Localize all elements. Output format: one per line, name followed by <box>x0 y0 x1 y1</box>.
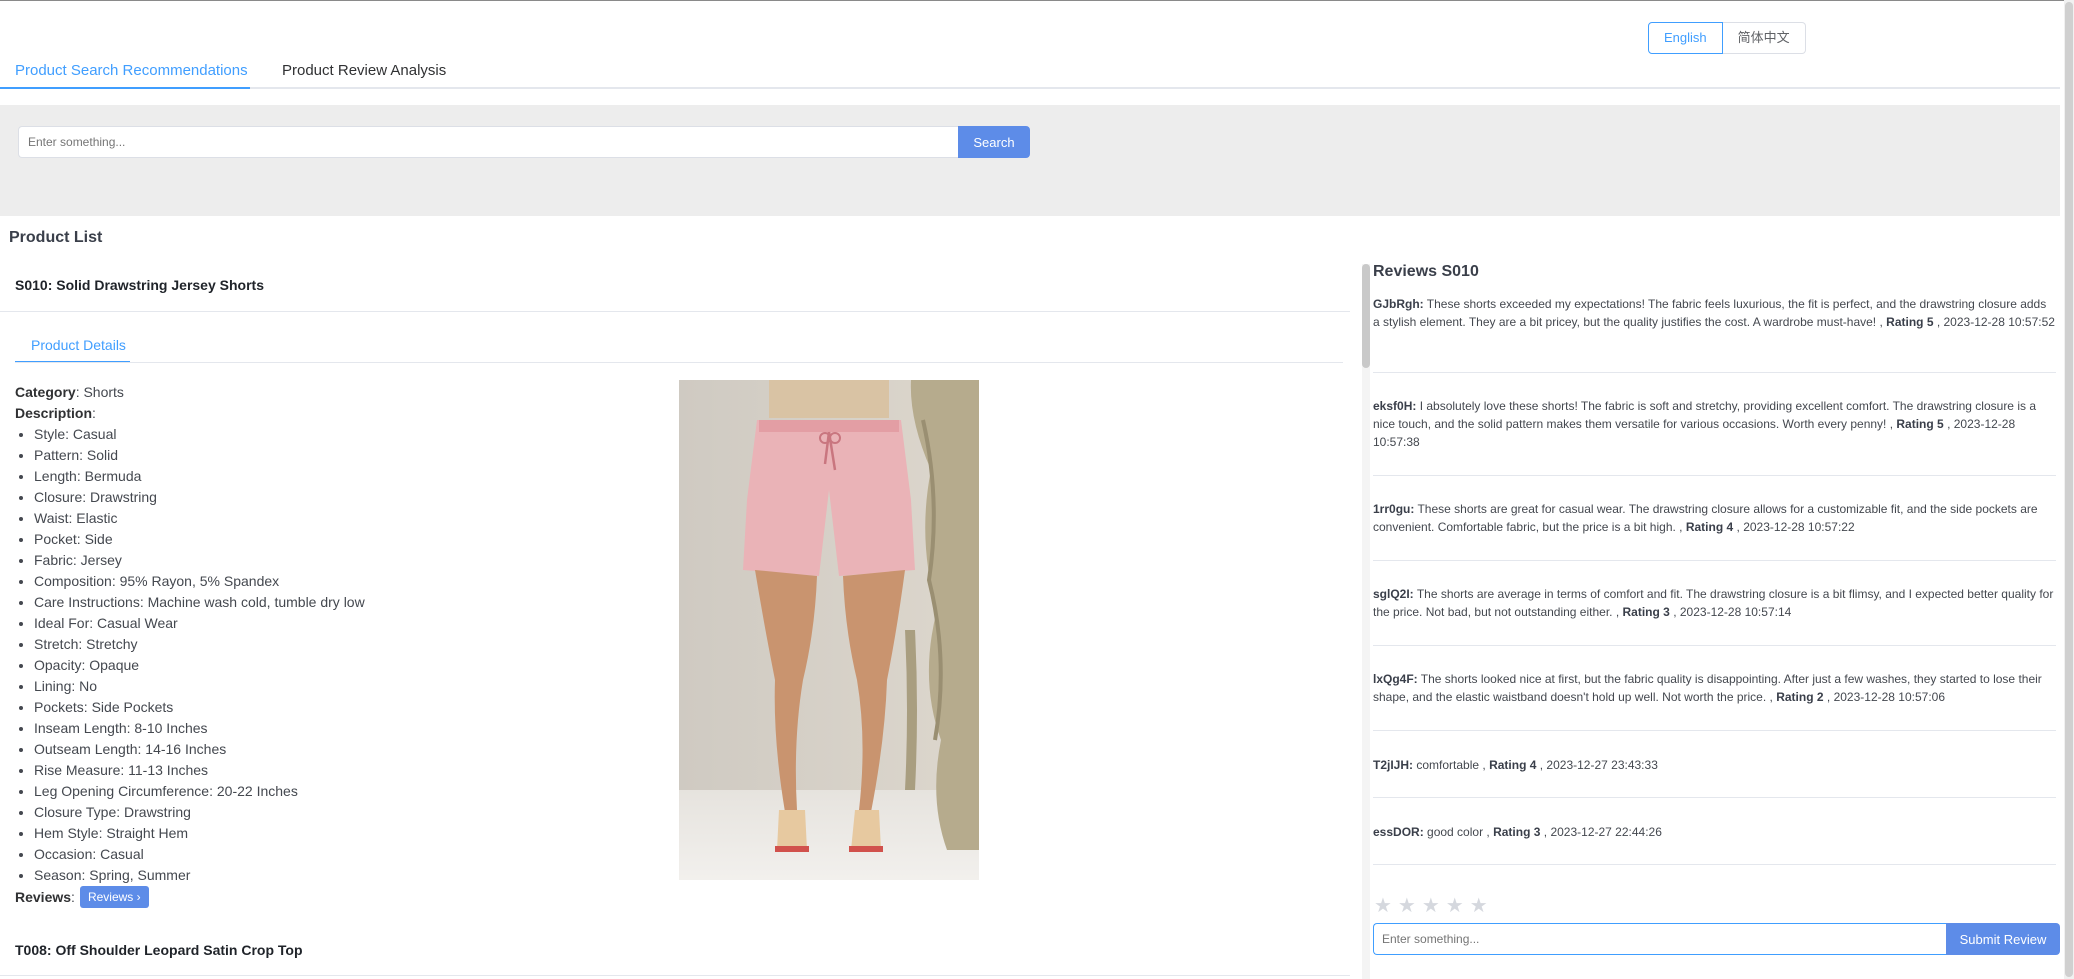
search-input[interactable] <box>18 126 959 158</box>
description-row: Description: <box>15 405 96 421</box>
list-item: Style: Casual <box>34 424 365 445</box>
review-date: , 2023-12-28 10:57:52 <box>1936 315 2055 329</box>
product-list-title: Product List <box>9 229 103 246</box>
category-label: Category <box>15 384 76 400</box>
reviews-scrollbar-thumb[interactable] <box>1362 264 1370 368</box>
review-rating: Rating 4 <box>1685 520 1734 534</box>
chinese-button[interactable]: 简体中文 <box>1722 22 1806 54</box>
review-date: , 2023-12-28 10:57:06 <box>1826 690 1946 704</box>
review-rating: Rating 3 <box>1493 825 1541 839</box>
reviews-label: Reviews <box>15 888 72 905</box>
review-rating: Rating 4 <box>1489 758 1537 772</box>
search-button[interactable]: Search <box>958 126 1030 158</box>
rating-stars[interactable]: ★★★★★ <box>1374 893 1494 918</box>
review-item: lxQg4F: The shorts looked nice at first,… <box>1373 670 2056 706</box>
category-row: Category: Shorts <box>15 384 124 400</box>
list-item: Lining: No <box>34 676 365 697</box>
review-divider <box>1373 797 2056 798</box>
list-item: Fabric: Jersey <box>34 550 365 571</box>
active-tab-indicator <box>0 87 250 89</box>
list-item: Occasion: Casual <box>34 844 365 865</box>
submit-review-button[interactable]: Submit Review <box>1946 923 2060 955</box>
list-item: Composition: 95% Rayon, 5% Spandex <box>34 571 365 592</box>
review-user: 1rr0gu: <box>1373 502 1415 516</box>
review-item: essDOR: good color , Rating 3 , 2023-12-… <box>1373 823 2056 841</box>
list-item: Pattern: Solid <box>34 445 365 466</box>
review-divider <box>1373 560 2056 561</box>
review-user: sglQ2I: <box>1373 587 1414 601</box>
list-item: Season: Spring, Summer <box>34 865 365 886</box>
review-rating: Rating 5 <box>1886 315 1934 329</box>
chevron-right-icon: › <box>136 890 141 904</box>
next-product-name[interactable]: T008: Off Shoulder Leopard Satin Crop To… <box>15 942 303 958</box>
page-scrollbar-thumb[interactable] <box>2065 2 2073 977</box>
review-input[interactable] <box>1373 923 1947 955</box>
review-divider <box>1373 645 2056 646</box>
reviews-title: Reviews S010 <box>1373 263 1479 280</box>
review-user: eksf0H: <box>1373 399 1417 413</box>
list-item: Hem Style: Straight Hem <box>34 823 365 844</box>
review-item: T2jIJH: comfortable , Rating 4 , 2023-12… <box>1373 756 2056 774</box>
tab-search-recommendations[interactable]: Product Search Recommendations <box>15 62 248 79</box>
divider <box>0 311 1350 312</box>
description-list: Style: Casual Pattern: Solid Length: Ber… <box>15 424 365 886</box>
list-item: Length: Bermuda <box>34 466 365 487</box>
search-area: Search <box>0 105 2060 216</box>
review-date: , 2023-12-27 23:43:33 <box>1539 758 1658 772</box>
review-item: 1rr0gu: These shorts are great for casua… <box>1373 500 2056 536</box>
list-item: Waist: Elastic <box>34 508 365 529</box>
product-name[interactable]: S010: Solid Drawstring Jersey Shorts <box>15 277 264 293</box>
review-text: comfortable , <box>1416 758 1486 772</box>
list-item: Leg Opening Circumference: 20-22 Inches <box>34 781 365 802</box>
list-item: Closure Type: Drawstring <box>34 802 365 823</box>
product-details: Category: Shorts Description: Style: Cas… <box>15 382 365 908</box>
main-tabs: Product Search Recommendations Product R… <box>0 56 2060 89</box>
product-image <box>679 380 979 880</box>
review-text: good color , <box>1427 825 1490 839</box>
top-border <box>0 0 2074 1</box>
reviews-button-label: Reviews <box>87 890 134 904</box>
review-item: GJbRgh: These shorts exceeded my expecta… <box>1373 295 2056 331</box>
review-user: T2jIJH: <box>1373 758 1414 772</box>
list-item: Opacity: Opaque <box>34 655 365 676</box>
english-button[interactable]: English <box>1648 22 1723 54</box>
review-date: , 2023-12-28 10:57:14 <box>1673 605 1792 619</box>
list-item: Care Instructions: Machine wash cold, tu… <box>34 592 365 613</box>
list-item: Pocket: Side <box>34 529 365 550</box>
review-user: GJbRgh: <box>1373 297 1424 311</box>
reviews-scrollbar-track[interactable] <box>1362 264 1370 979</box>
review-divider <box>1373 730 2056 731</box>
review-rating: Rating 5 <box>1896 417 1944 431</box>
review-rating: Rating 2 <box>1776 690 1824 704</box>
divider <box>0 975 1350 976</box>
review-date: , 2023-12-27 22:44:26 <box>1543 825 1662 839</box>
language-switch: English 简体中文 <box>1648 22 1806 54</box>
list-item: Outseam Length: 14-16 Inches <box>34 739 365 760</box>
review-user: essDOR: <box>1373 825 1424 839</box>
list-item: Pockets: Side Pockets <box>34 697 365 718</box>
review-rating: Rating 3 <box>1622 605 1670 619</box>
list-item: Closure: Drawstring <box>34 487 365 508</box>
review-item: sglQ2I: The shorts are average in terms … <box>1373 585 2056 621</box>
review-divider <box>1373 475 2056 476</box>
list-item: Ideal For: Casual Wear <box>34 613 365 634</box>
list-item: Rise Measure: 11-13 Inches <box>34 760 365 781</box>
list-item: Inseam Length: 8-10 Inches <box>34 718 365 739</box>
tab-product-details[interactable]: Product Details <box>31 337 126 353</box>
reviews-button[interactable]: Reviews › <box>79 886 149 908</box>
review-user: lxQg4F: <box>1373 672 1418 686</box>
category-value: Shorts <box>83 384 124 400</box>
list-item: Stretch: Stretchy <box>34 634 365 655</box>
review-date: , 2023-12-28 10:57:22 <box>1736 520 1855 534</box>
review-item: eksf0H: I absolutely love these shorts! … <box>1373 397 2056 451</box>
details-tab-line <box>15 362 1343 363</box>
review-divider <box>1373 864 2056 865</box>
reviews-row: Reviews: Reviews › <box>15 886 365 908</box>
description-label: Description <box>15 405 93 421</box>
tab-review-analysis[interactable]: Product Review Analysis <box>282 62 446 79</box>
review-divider <box>1373 372 2056 373</box>
